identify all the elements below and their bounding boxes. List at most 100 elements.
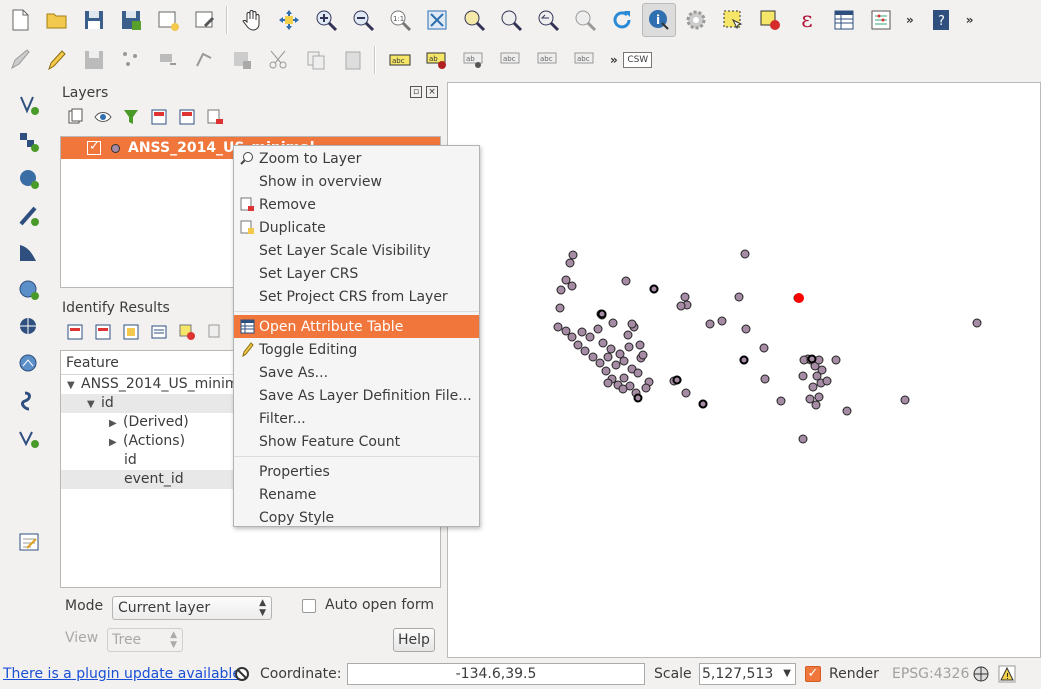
add-spatialite-layer-icon[interactable] (12, 199, 46, 233)
move-feature-icon[interactable] (151, 43, 185, 77)
menu-set-project-crs-from-layer[interactable]: Set Project CRS from Layer (234, 285, 479, 308)
run-action-gear-icon[interactable] (679, 3, 713, 37)
menu-remove[interactable]: Remove (234, 193, 479, 216)
toolbar-overflow-icon[interactable]: » (906, 13, 914, 27)
expand-arrow-icon[interactable]: ▶ (109, 414, 123, 433)
crs-status[interactable]: EPSG:4326 (892, 666, 969, 682)
menu-show-feature-count[interactable]: Show Feature Count (234, 430, 479, 453)
help-button[interactable]: Help (393, 628, 435, 652)
expand-all-icon[interactable] (148, 106, 170, 128)
new-project-icon[interactable] (3, 3, 37, 37)
menu-open-attribute-table[interactable]: Open Attribute Table (234, 315, 479, 338)
menu-set-layer-scale-visibility[interactable]: Set Layer Scale Visibility (234, 239, 479, 262)
manage-visibility-eye-icon[interactable] (92, 106, 114, 128)
expand-tree-icon[interactable] (64, 321, 86, 343)
node-tool-icon[interactable] (188, 43, 222, 77)
coordinate-toggle-icon[interactable] (234, 666, 250, 682)
menu-duplicate[interactable]: Duplicate (234, 216, 479, 239)
deselect-features-icon[interactable] (753, 3, 787, 37)
zoom-to-selection-icon[interactable] (457, 3, 491, 37)
zoom-to-layer-icon[interactable] (494, 3, 528, 37)
attribute-table-icon[interactable] (827, 3, 861, 37)
collapse-tree-icon[interactable] (92, 321, 114, 343)
add-mssql-layer-icon[interactable] (12, 236, 46, 270)
plugin-update-link[interactable]: There is a plugin update available (3, 666, 241, 682)
close-panel-icon[interactable]: × (426, 86, 438, 98)
add-point-icon[interactable] (114, 43, 148, 77)
new-layer-dropdown-icon[interactable] (12, 421, 46, 455)
csw-icon[interactable]: CSW (621, 43, 655, 77)
expand-arrow-icon[interactable]: ▶ (109, 433, 123, 452)
layer-visibility-checkbox[interactable] (87, 139, 101, 155)
cut-features-icon[interactable] (262, 43, 296, 77)
label-show-hide-icon[interactable]: ab (457, 43, 491, 77)
float-panel-icon[interactable]: ▫ (410, 86, 422, 98)
menu-zoom-to-layer[interactable]: Zoom to Layer (234, 147, 479, 170)
menu-rename[interactable]: Rename (234, 483, 479, 506)
expand-new-results-icon[interactable] (120, 321, 142, 343)
crs-globe-icon[interactable] (972, 665, 990, 683)
save-edits-icon[interactable] (77, 43, 111, 77)
mode-select[interactable]: Current layer ▲ ▼ (112, 596, 272, 620)
toolbar-overflow-icon-3[interactable]: » (610, 53, 618, 67)
menu-copy-style[interactable]: Copy Style (234, 506, 479, 529)
zoom-native-icon[interactable]: 1:1 (383, 3, 417, 37)
add-postgis-layer-icon[interactable] (12, 162, 46, 196)
zoom-in-icon[interactable] (309, 3, 343, 37)
zoom-next-icon[interactable] (568, 3, 602, 37)
label-move-icon[interactable]: abc (494, 43, 528, 77)
add-wfs-layer-icon[interactable] (12, 347, 46, 381)
pan-to-selection-icon[interactable] (272, 3, 306, 37)
toggle-editing-pencil-icon[interactable] (40, 43, 74, 77)
toolbar-overflow-icon-2[interactable]: » (966, 13, 974, 27)
render-checkbox[interactable]: ✓ (805, 666, 821, 682)
copy-features-icon[interactable] (299, 43, 333, 77)
add-vector-layer-icon[interactable] (12, 88, 46, 122)
statistics-icon[interactable] (864, 3, 898, 37)
remove-layer-icon[interactable] (204, 106, 226, 128)
collapse-all-icon[interactable] (176, 106, 198, 128)
label-change-icon[interactable]: abc (568, 43, 602, 77)
add-wms-layer-icon[interactable] (12, 273, 46, 307)
python-console-icon[interactable] (12, 525, 46, 559)
delete-selected-icon[interactable] (225, 43, 259, 77)
clear-results-icon[interactable] (176, 321, 198, 343)
collapse-arrow-icon[interactable]: ▼ (87, 395, 101, 414)
filter-legend-icon[interactable] (120, 106, 142, 128)
view-select[interactable]: Tree ▲ ▼ (107, 628, 183, 652)
menu-toggle-editing[interactable]: Toggle Editing (234, 338, 479, 361)
add-raster-layer-icon[interactable] (12, 125, 46, 159)
composer-manager-icon[interactable] (188, 3, 222, 37)
add-delimited-text-icon[interactable] (12, 384, 46, 418)
new-print-composer-icon[interactable] (151, 3, 185, 37)
zoom-full-icon[interactable] (420, 3, 454, 37)
save-as-icon[interactable] (114, 3, 148, 37)
zoom-last-icon[interactable] (531, 3, 565, 37)
message-warning-icon[interactable]: ! (998, 665, 1016, 683)
menu-properties[interactable]: Properties (234, 460, 479, 483)
menu-filter[interactable]: Filter... (234, 407, 479, 430)
save-project-icon[interactable] (77, 3, 111, 37)
collapse-arrow-icon[interactable]: ▼ (67, 376, 81, 395)
auto-open-form-checkbox[interactable] (302, 599, 316, 613)
menu-show-in-overview[interactable]: Show in overview (234, 170, 479, 193)
menu-save-as[interactable]: Save As... (234, 361, 479, 384)
add-wcs-layer-icon[interactable] (12, 310, 46, 344)
paste-features-icon[interactable] (336, 43, 370, 77)
scale-combo[interactable]: 5,127,513 ▼ (699, 663, 796, 685)
menu-set-layer-crs[interactable]: Set Layer CRS (234, 262, 479, 285)
coordinate-field[interactable]: -134.6,39.5 (347, 663, 645, 685)
label-tool-icon[interactable]: abc (383, 43, 417, 77)
map-canvas[interactable] (447, 82, 1041, 658)
expression-epsilon-icon[interactable]: ε (790, 3, 824, 37)
help-whats-this-icon[interactable]: ? (924, 3, 958, 37)
refresh-icon[interactable] (605, 3, 639, 37)
copy-results-icon[interactable] (204, 321, 226, 343)
zoom-out-icon[interactable] (346, 3, 380, 37)
label-rotate-icon[interactable]: abc (531, 43, 565, 77)
label-pin-icon[interactable]: ab (420, 43, 454, 77)
identify-features-icon[interactable]: i (642, 3, 676, 37)
select-features-icon[interactable] (716, 3, 750, 37)
pan-hand-icon[interactable] (235, 3, 269, 37)
open-project-icon[interactable] (40, 3, 74, 37)
